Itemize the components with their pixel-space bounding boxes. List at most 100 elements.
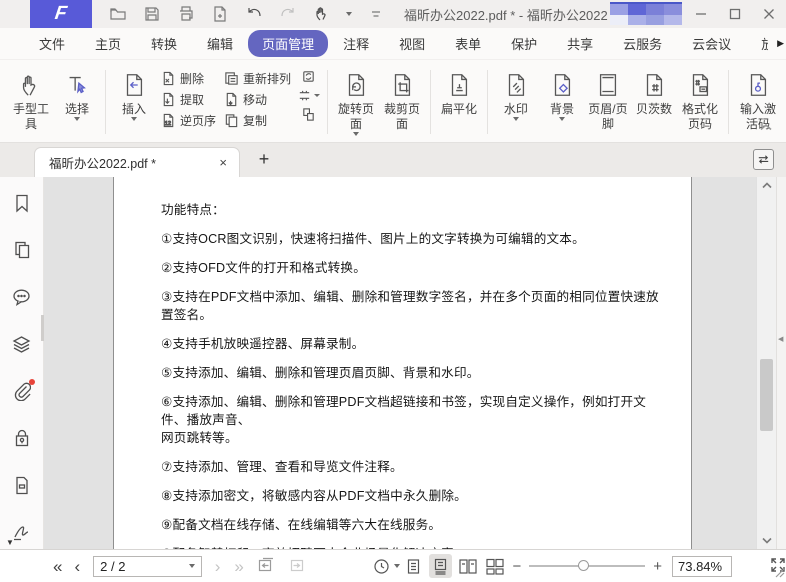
layers-icon[interactable] [12, 334, 32, 354]
comments-icon[interactable] [12, 287, 32, 307]
zoom-slider-knob[interactable] [577, 560, 589, 571]
toggle-panels-button[interactable] [753, 149, 774, 170]
menu-clipped[interactable]: 放 [746, 30, 768, 57]
zoom-out-button[interactable]: − [508, 558, 525, 575]
menu-home[interactable]: 主页 [80, 30, 136, 57]
duplicate-pages-button[interactable]: 复制 [224, 111, 291, 129]
page-number-input[interactable]: 2 / 2 [93, 555, 202, 577]
page-box-caret-icon[interactable] [188, 564, 195, 568]
split-page-button[interactable] [297, 88, 321, 103]
single-page-view-button[interactable] [402, 554, 425, 578]
extract-pages-button[interactable]: 提取 [161, 90, 216, 108]
previous-view-button[interactable] [251, 557, 281, 576]
zoom-slider[interactable] [529, 560, 646, 571]
zoom-level-input[interactable]: 73.84% [672, 555, 732, 577]
zoom-in-button[interactable]: + [649, 558, 666, 575]
flatten-button[interactable]: 扁平化 [437, 68, 481, 117]
user-account-redacted[interactable] [610, 2, 682, 25]
header-footer-button[interactable]: 页眉/页脚 [586, 68, 630, 132]
facing-view-button[interactable] [456, 554, 479, 578]
menu-convert[interactable]: 转换 [136, 30, 192, 57]
swap-pages-button[interactable] [301, 69, 316, 84]
foxit-logo[interactable]: F [30, 0, 92, 28]
signature-icon[interactable] [12, 522, 32, 542]
tab-close-icon[interactable]: × [217, 155, 229, 170]
collapse-ribbon-button[interactable] [760, 118, 772, 136]
rearrange-pages-button[interactable]: 重新排列 [224, 69, 291, 87]
ribbon-divider [486, 70, 488, 134]
menu-bar: 文件 主页 转换 编辑 页面管理 注释 视图 表单 保护 共享 云服务 云会议 … [0, 28, 786, 60]
hand-icon [18, 68, 44, 98]
attachment-icon[interactable] [12, 379, 35, 401]
save-icon[interactable] [142, 4, 162, 24]
document-tab[interactable]: 福昕办公2022.pdf * × [34, 147, 240, 177]
scroll-down-icon[interactable] [757, 537, 776, 544]
undo-icon[interactable] [244, 4, 264, 24]
insert-page-button[interactable]: 插入 [112, 68, 156, 121]
menu-overflow-icon[interactable]: ▶ [777, 38, 784, 49]
menu-cloud[interactable]: 云服务 [608, 30, 677, 57]
new-document-icon[interactable] [210, 4, 230, 24]
watermark-button[interactable]: 水印 [494, 68, 538, 121]
next-page-button[interactable]: › [208, 558, 228, 575]
window-title: 福昕办公2022.pdf * - 福昕办公2022 [404, 7, 608, 23]
background-button[interactable]: 背景 [540, 68, 584, 121]
menu-page-organize[interactable]: 页面管理 [248, 30, 329, 57]
doc-line: ①支持OCR图文识别，快速将扫描件、图片上的文字转换为可编辑的文本。 [161, 232, 585, 246]
minimize-icon[interactable] [684, 0, 718, 28]
menu-file[interactable]: 文件 [24, 30, 80, 57]
open-file-icon[interactable] [108, 4, 128, 24]
document-viewport[interactable]: 功能特点： ①支持OCR图文识别，快速将扫描件、图片上的文字转换为可编辑的文本。… [44, 177, 756, 549]
resize-grip-icon[interactable] [773, 566, 785, 581]
scroll-up-icon[interactable] [757, 182, 776, 189]
move-pages-button[interactable]: 移动 [224, 90, 291, 108]
hand-tool-button[interactable]: 手型工具 [9, 68, 53, 132]
next-view-button[interactable] [281, 557, 311, 576]
format-page-number-button[interactable]: 格式化页码 [678, 68, 722, 132]
rail-more-icon[interactable]: ▼ [6, 538, 14, 547]
continuous-view-button[interactable] [429, 554, 453, 578]
hand-pointer-caret-icon[interactable] [346, 12, 352, 16]
delete-pages-button[interactable]: 删除 [161, 69, 216, 87]
prev-page-button[interactable]: ‹ [67, 558, 87, 575]
vertical-scrollbar[interactable] [756, 177, 776, 549]
right-panel-strip: ◀ [776, 177, 786, 549]
new-tab-button[interactable]: + [252, 149, 276, 170]
first-page-button[interactable]: « [46, 558, 67, 575]
select-tool-button[interactable]: 选择 [55, 68, 99, 121]
insert-caret-icon [130, 117, 137, 121]
security-icon[interactable] [12, 428, 32, 448]
scrollbar-thumb[interactable] [760, 359, 773, 431]
print-icon[interactable] [176, 4, 196, 24]
pages-icon[interactable] [12, 240, 32, 260]
ribbon-divider [105, 70, 106, 134]
view-rotation-button[interactable] [373, 558, 400, 575]
interleave-pages-button[interactable] [301, 107, 316, 122]
reverse-order-button[interactable]: 12 逆页序 [161, 111, 216, 129]
expand-panel-icon[interactable]: ◀ [778, 335, 783, 343]
doc-line: ⑧支持添加密文，将敏感内容从PDF文档中永久删除。 [161, 489, 467, 503]
activation-code-button[interactable]: 输入激活码 [735, 68, 781, 132]
menu-view[interactable]: 视图 [384, 30, 440, 57]
close-icon[interactable] [752, 0, 786, 28]
hand-pointer-icon[interactable] [312, 4, 332, 24]
facing-continuous-view-button[interactable] [483, 554, 506, 578]
menu-edit[interactable]: 编辑 [192, 30, 248, 57]
menu-form[interactable]: 表单 [440, 30, 496, 57]
redo-icon[interactable] [278, 4, 298, 24]
page-text: 功能特点： ①支持OCR图文识别，快速将扫描件、图片上的文字转换为可编辑的文本。… [114, 177, 691, 549]
rotate-page-button[interactable]: 旋转页面 [334, 68, 378, 136]
customize-toolbar-icon[interactable] [366, 4, 386, 24]
maximize-icon[interactable] [718, 0, 752, 28]
last-page-button[interactable]: » [227, 558, 250, 575]
bookmark-icon[interactable] [12, 193, 32, 213]
crop-page-button[interactable]: 裁剪页面 [380, 68, 424, 132]
attachment-badge [28, 379, 35, 385]
menu-protect[interactable]: 保护 [496, 30, 552, 57]
menu-meeting[interactable]: 云会议 [677, 30, 746, 57]
bates-number-button[interactable]: 贝茨数 [632, 68, 676, 117]
menu-comment[interactable]: 注释 [328, 30, 384, 57]
destinations-icon[interactable] [12, 475, 32, 495]
menu-share[interactable]: 共享 [552, 30, 608, 57]
pdf-page[interactable]: 功能特点： ①支持OCR图文识别，快速将扫描件、图片上的文字转换为可编辑的文本。… [113, 177, 692, 549]
